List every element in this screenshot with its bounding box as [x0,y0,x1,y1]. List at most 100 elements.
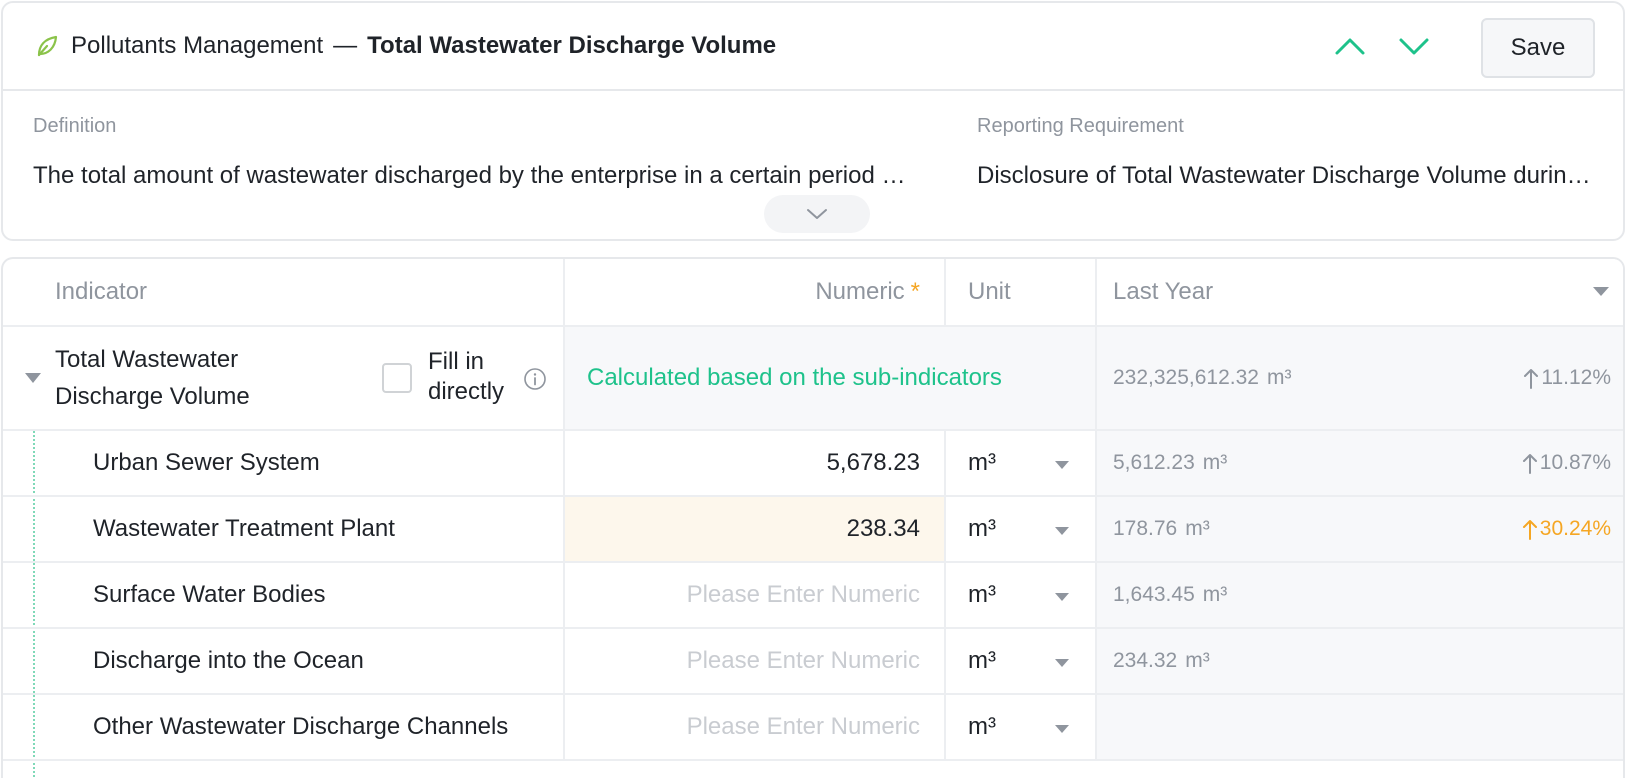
numeric-input[interactable]: 5,678.23 [563,431,944,495]
unit-value: m³ [968,515,996,542]
sub-indicator-name: Surface Water Bodies [93,581,326,608]
caret-down-icon[interactable] [1055,725,1069,733]
info-icon[interactable] [523,367,547,391]
parent-last-year-cell: 232,325,612.32 m³ 11.12% [1095,327,1623,429]
table-row: Urban Sewer System 5,678.23 m³ 5,612.23 … [3,431,1623,497]
sub-indicator-name: Other Wastewater Discharge Channels [93,713,509,740]
sub-indicator-name: Urban Sewer System [93,449,320,476]
last-year-unit: m³ [1202,451,1228,474]
reporting-requirement-section: Reporting Requirement Disclosure of Tota… [977,111,1597,190]
caret-down-icon[interactable] [1055,461,1069,469]
expand-details-button[interactable] [764,195,870,233]
change-percent: 10.87% [1539,451,1611,474]
chevron-up-icon [1335,38,1365,55]
sub-indicator-name: Wastewater Treatment Plant [93,515,395,542]
change-indicator: 11.12% [1523,366,1611,390]
required-asterisk: * [910,278,920,305]
arrow-up-icon [1524,369,1539,389]
unit-value: m³ [968,449,996,476]
numeric-input[interactable]: 238.34 [563,497,944,561]
unit-value: m³ [968,647,996,674]
title-separator: — [333,32,358,59]
collapse-caret-icon[interactable] [25,373,41,383]
numeric-value: 238.34 [846,515,920,542]
last-year-unit: m³ [1266,366,1292,389]
unit-select[interactable]: m³ [944,695,1095,759]
indicator-title: Total Wastewater Discharge Volume [367,32,777,59]
sub-indicator-name: Discharge into the Ocean [93,647,364,674]
fill-directly-label[interactable]: Fill in directly [428,347,518,407]
parent-indicator-cell: Total Wastewater Discharge Volume Fill i… [3,327,563,429]
chevron-down-icon [1399,38,1429,55]
caret-down-icon[interactable] [1593,287,1609,296]
card-header: Pollutants Management — Total Wastewater… [3,3,1623,91]
definition-label: Definition [33,115,117,137]
save-button[interactable]: Save [1481,18,1595,78]
unit-select[interactable]: m³ [944,563,1095,627]
last-year-cell: 178.76 m³ 30.24% [1095,497,1623,561]
last-year-cell [1095,695,1623,759]
arrow-up-icon [1522,520,1537,540]
definition-section: Definition The total amount of wastewate… [33,111,913,190]
column-header-numeric-label: Numeric [815,278,905,305]
fill-directly-checkbox[interactable] [382,363,412,393]
last-year-value: 232,325,612.32 [1113,366,1259,389]
last-year-unit: m³ [1185,517,1210,540]
calculated-value-cell: Calculated based on the sub-indicators [563,327,1095,429]
caret-down-icon[interactable] [1055,593,1069,601]
change-percent: 11.12% [1541,366,1611,389]
unit-select[interactable]: m³ [944,629,1095,693]
table-row: Discharge into the Ocean Please Enter Nu… [3,629,1623,695]
page-title: Pollutants Management — Total Wastewater… [71,32,776,60]
indicator-meta: Definition The total amount of wastewate… [3,91,1623,239]
last-year-unit: m³ [1185,649,1210,672]
last-year-cell: 5,612.23 m³ 10.87% [1095,431,1623,495]
unit-value: m³ [968,713,996,740]
last-year-value: 1,643.45 [1113,583,1195,606]
indicator-detail-card: Pollutants Management — Total Wastewater… [1,1,1625,241]
change-percent: 30.24% [1539,517,1611,540]
caret-down-icon[interactable] [1055,659,1069,667]
parent-indicator-name: Total Wastewater Discharge Volume [55,346,250,410]
unit-select[interactable]: m³ [944,431,1095,495]
section-name: Pollutants Management [71,32,324,59]
column-header-last-year-label: Last Year [1113,278,1214,305]
last-year-value: 234.32 [1113,649,1178,672]
calculated-note: Calculated based on the sub-indicators [587,364,1002,391]
last-year-cell: 234.32 m³ [1095,629,1623,693]
last-year-unit: m³ [1202,583,1228,606]
column-header-indicator: Indicator [55,278,148,305]
numeric-value: Please Enter Numeric [686,647,920,674]
last-year-value: 5,612.23 [1113,451,1195,474]
next-indicator-button[interactable] [1397,29,1431,63]
leaf-icon [35,34,59,58]
column-header-last-year[interactable]: Last Year [1095,259,1623,325]
numeric-value: 5,678.23 [826,449,920,476]
numeric-value: Please Enter Numeric [686,581,920,608]
indicator-table: Indicator Numeric * Unit Last Year Total… [1,257,1625,778]
numeric-input[interactable]: Please Enter Numeric [563,629,944,693]
column-header-numeric: Numeric * [563,259,944,325]
unit-select[interactable]: m³ [944,497,1095,561]
unit-value: m³ [968,581,996,608]
table-row: Other Wastewater Discharge Channels Plea… [3,695,1623,761]
last-year-cell: 1,643.45 m³ [1095,563,1623,627]
definition-text: The total amount of wastewater discharge… [33,162,913,189]
reporting-requirement-label: Reporting Requirement [977,115,1184,137]
parent-indicator-row: Total Wastewater Discharge Volume Fill i… [3,327,1623,431]
change-indicator: 10.87% [1522,451,1611,475]
table-row: Wastewater Treatment Plant 238.34 m³ 178… [3,497,1623,563]
change-indicator: 30.24% [1522,517,1611,541]
reporting-requirement-text: Disclosure of Total Wastewater Discharge… [977,162,1597,189]
chevron-down-icon [807,209,827,219]
caret-down-icon[interactable] [1055,527,1069,535]
column-header-unit: Unit [944,259,1095,325]
numeric-input[interactable]: Please Enter Numeric [563,695,944,759]
numeric-value: Please Enter Numeric [686,713,920,740]
numeric-input[interactable]: Please Enter Numeric [563,563,944,627]
previous-indicator-button[interactable] [1333,29,1367,63]
indicator-navigation [1333,29,1431,63]
arrow-up-icon [1522,454,1537,474]
last-year-value: 178.76 [1113,517,1178,540]
table-row: Surface Water Bodies Please Enter Numeri… [3,563,1623,629]
